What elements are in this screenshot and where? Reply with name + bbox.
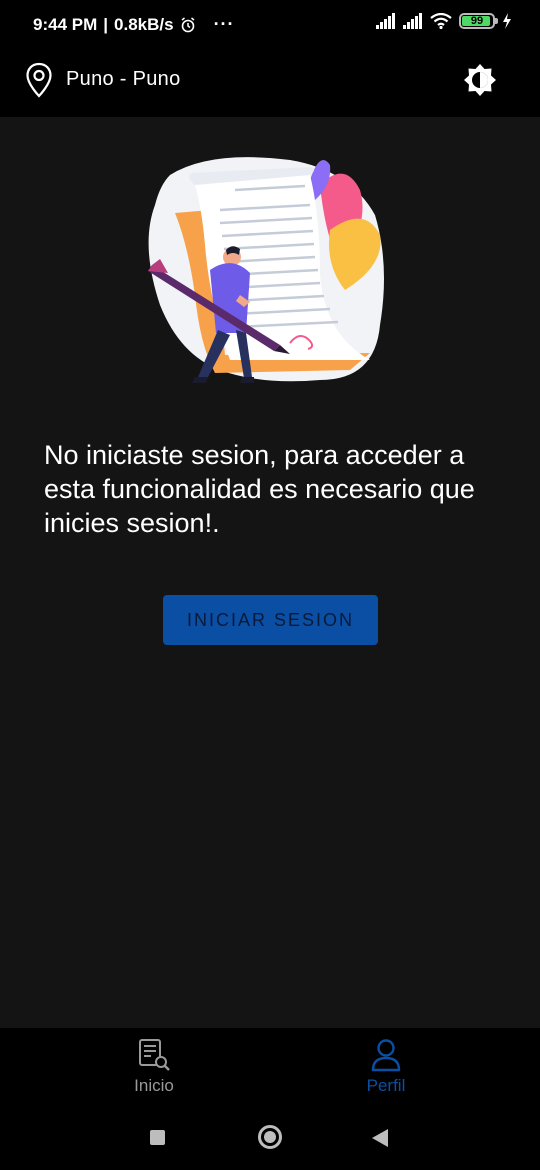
brightness-icon[interactable]: [462, 62, 498, 98]
nav-item-inicio[interactable]: Inicio: [108, 1038, 200, 1096]
signal-icon: [376, 13, 395, 29]
status-time: 9:44 PM: [33, 14, 98, 34]
bottom-navigation: Inicio Perfil: [0, 1028, 540, 1104]
status-network-speed: 0.8kB/s: [114, 14, 174, 34]
nav-item-perfil[interactable]: Perfil: [340, 1038, 432, 1096]
back-button[interactable]: [372, 1129, 388, 1147]
wifi-icon: [430, 13, 452, 29]
signal-icon: [403, 13, 422, 29]
signing-document-illustration: [148, 157, 384, 383]
login-button[interactable]: INICIAR SESION: [163, 595, 378, 645]
location-pin-icon[interactable]: [25, 62, 53, 98]
more-icon: ···: [213, 14, 235, 34]
document-search-icon: [139, 1039, 170, 1071]
status-right: 99: [376, 13, 512, 29]
battery-level: 99: [470, 15, 484, 27]
battery-icon: 99: [459, 13, 498, 29]
main-content: No iniciaste sesion, para acceder a esta…: [0, 117, 540, 1028]
status-bar: 9:44 PM | 0.8kB/s ··· 99: [0, 0, 540, 50]
app-header: Puno - Puno: [0, 50, 540, 117]
login-required-message: No iniciaste sesion, para acceder a esta…: [44, 440, 475, 538]
system-navigation-bar: [0, 1104, 540, 1170]
user-icon: [371, 1039, 401, 1072]
alarm-icon: [181, 16, 195, 32]
nav-label-inicio: Inicio: [134, 1076, 174, 1095]
charging-icon: [503, 13, 511, 29]
status-separator: |: [103, 14, 109, 34]
recents-button[interactable]: [150, 1130, 165, 1145]
status-left: 9:44 PM | 0.8kB/s ···: [33, 14, 235, 35]
location-text[interactable]: Puno - Puno: [66, 68, 181, 91]
home-button[interactable]: [258, 1125, 282, 1149]
nav-label-perfil: Perfil: [366, 1076, 406, 1095]
